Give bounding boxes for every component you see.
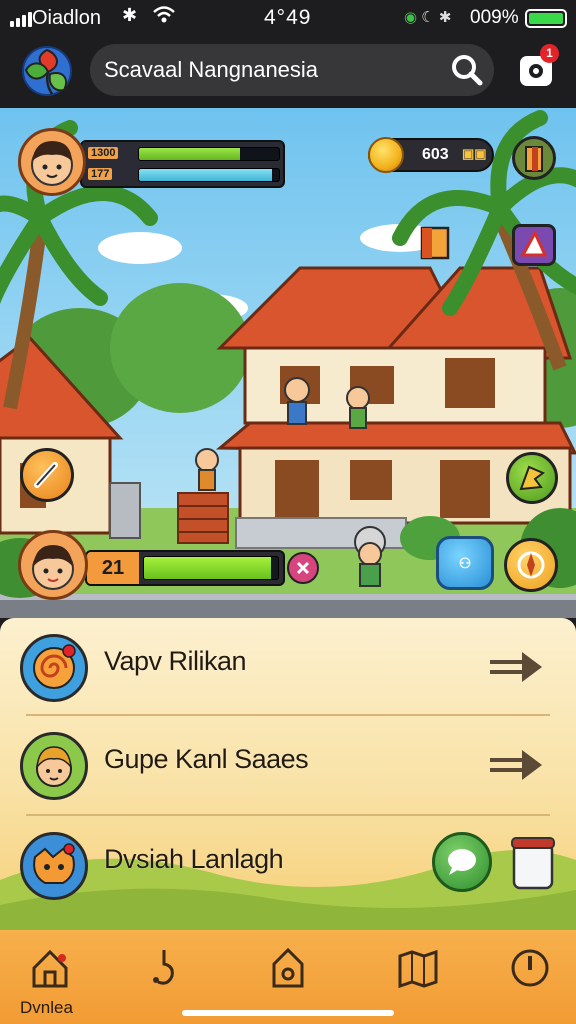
quest-marker-icon[interactable] <box>416 224 454 264</box>
search-bar[interactable]: Scavaal Nangnanesia <box>90 44 494 96</box>
divider <box>26 814 550 816</box>
fox-icon <box>20 832 88 900</box>
wifi-icon <box>152 5 176 30</box>
battery-percent: 009% <box>470 7 519 28</box>
player-avatar[interactable] <box>18 128 86 196</box>
quest-title: Gupe Kanl Saaes <box>104 744 309 774</box>
quest-item-1[interactable]: Vapv Rilikan <box>0 620 576 720</box>
location-icon: ◉ <box>404 9 418 26</box>
map-icon[interactable] <box>394 944 442 992</box>
quest-title: Dvsiah Lanlagh <box>104 844 284 874</box>
team-icon-glyph: ⚇ <box>458 555 472 571</box>
spiral-icon <box>20 634 88 702</box>
villager-character[interactable] <box>284 377 310 425</box>
character-icon <box>20 732 88 800</box>
power-icon[interactable] <box>506 944 554 992</box>
arrow-right-icon[interactable] <box>486 746 546 782</box>
shop-icon[interactable] <box>512 136 556 180</box>
bottom-navigation: Dvnlea <box>0 930 576 1024</box>
quest-item-3[interactable]: Dvsiah Lanlagh <box>0 818 576 918</box>
home-icon[interactable] <box>26 944 74 992</box>
cup-icon[interactable] <box>508 834 558 892</box>
player-character[interactable] <box>354 526 386 587</box>
carrier-name: Oiadlon <box>32 7 101 29</box>
close-x-icon[interactable] <box>287 552 319 584</box>
clock: 4°49 <box>264 6 312 29</box>
edit-pencil-icon[interactable] <box>20 448 74 502</box>
map-flag-icon[interactable] <box>506 452 558 504</box>
villager-character-2[interactable] <box>346 386 370 429</box>
alarm-icon: ☾ <box>421 9 435 26</box>
team-icon[interactable]: ⚇ <box>436 536 494 590</box>
search-icon[interactable] <box>446 49 488 91</box>
bluetooth-icon-2: ✱ <box>438 9 452 26</box>
game-scene[interactable]: 1300 177 603 ▣▣ ⚇ 21 <box>0 108 576 618</box>
battery-icon <box>525 9 567 28</box>
quest-item-2[interactable]: Gupe Kanl Saaes <box>0 718 576 818</box>
villager-character-3[interactable] <box>195 448 219 491</box>
coin-extra-icon: ▣▣ <box>462 146 487 161</box>
battery-fill <box>529 13 563 24</box>
health-bar <box>138 147 280 161</box>
nav-label: Dvnlea <box>20 998 73 1017</box>
gift-icon[interactable] <box>512 224 556 266</box>
quest-title: Vapv Rilikan <box>104 646 247 676</box>
home-notification-dot <box>58 954 66 962</box>
quest-panel: Vapv Rilikan Gupe Kanl Saaes Dvsiah Lanl… <box>0 618 576 930</box>
bluetooth-icon: ✱ <box>122 5 138 25</box>
game-logo-icon[interactable] <box>18 42 76 100</box>
compass-icon[interactable] <box>504 538 558 592</box>
home-indicator[interactable] <box>182 1010 394 1016</box>
divider <box>26 714 550 716</box>
search-input[interactable]: Scavaal Nangnanesia <box>104 57 318 83</box>
coin-icon <box>368 137 404 173</box>
status-bar: Oiadlon ✱ 4°49 ◉ ☾ ✱ 009% <box>0 0 576 36</box>
coin-amount: 603 <box>422 146 449 163</box>
coin-counter[interactable]: 603 ▣▣ <box>368 137 494 173</box>
level-progress-bar <box>143 556 279 580</box>
signal-icon <box>10 12 32 27</box>
level-number: 21 <box>87 552 139 584</box>
house-tag-icon[interactable] <box>264 944 312 992</box>
chat-icon[interactable] <box>432 832 492 892</box>
arrow-right-icon[interactable] <box>486 648 546 684</box>
notification-badge: 1 <box>540 44 559 63</box>
stat-label-energy: 177 <box>88 168 113 180</box>
companion-avatar[interactable] <box>18 530 88 600</box>
app-header: Scavaal Nangnanesia 1 <box>0 36 576 108</box>
player-stats-panel: 1300 177 <box>80 140 285 188</box>
energy-bar <box>138 168 280 182</box>
level-panel: 21 <box>85 550 285 586</box>
hook-icon[interactable] <box>140 944 188 992</box>
stat-label-health: 1300 <box>88 147 119 159</box>
